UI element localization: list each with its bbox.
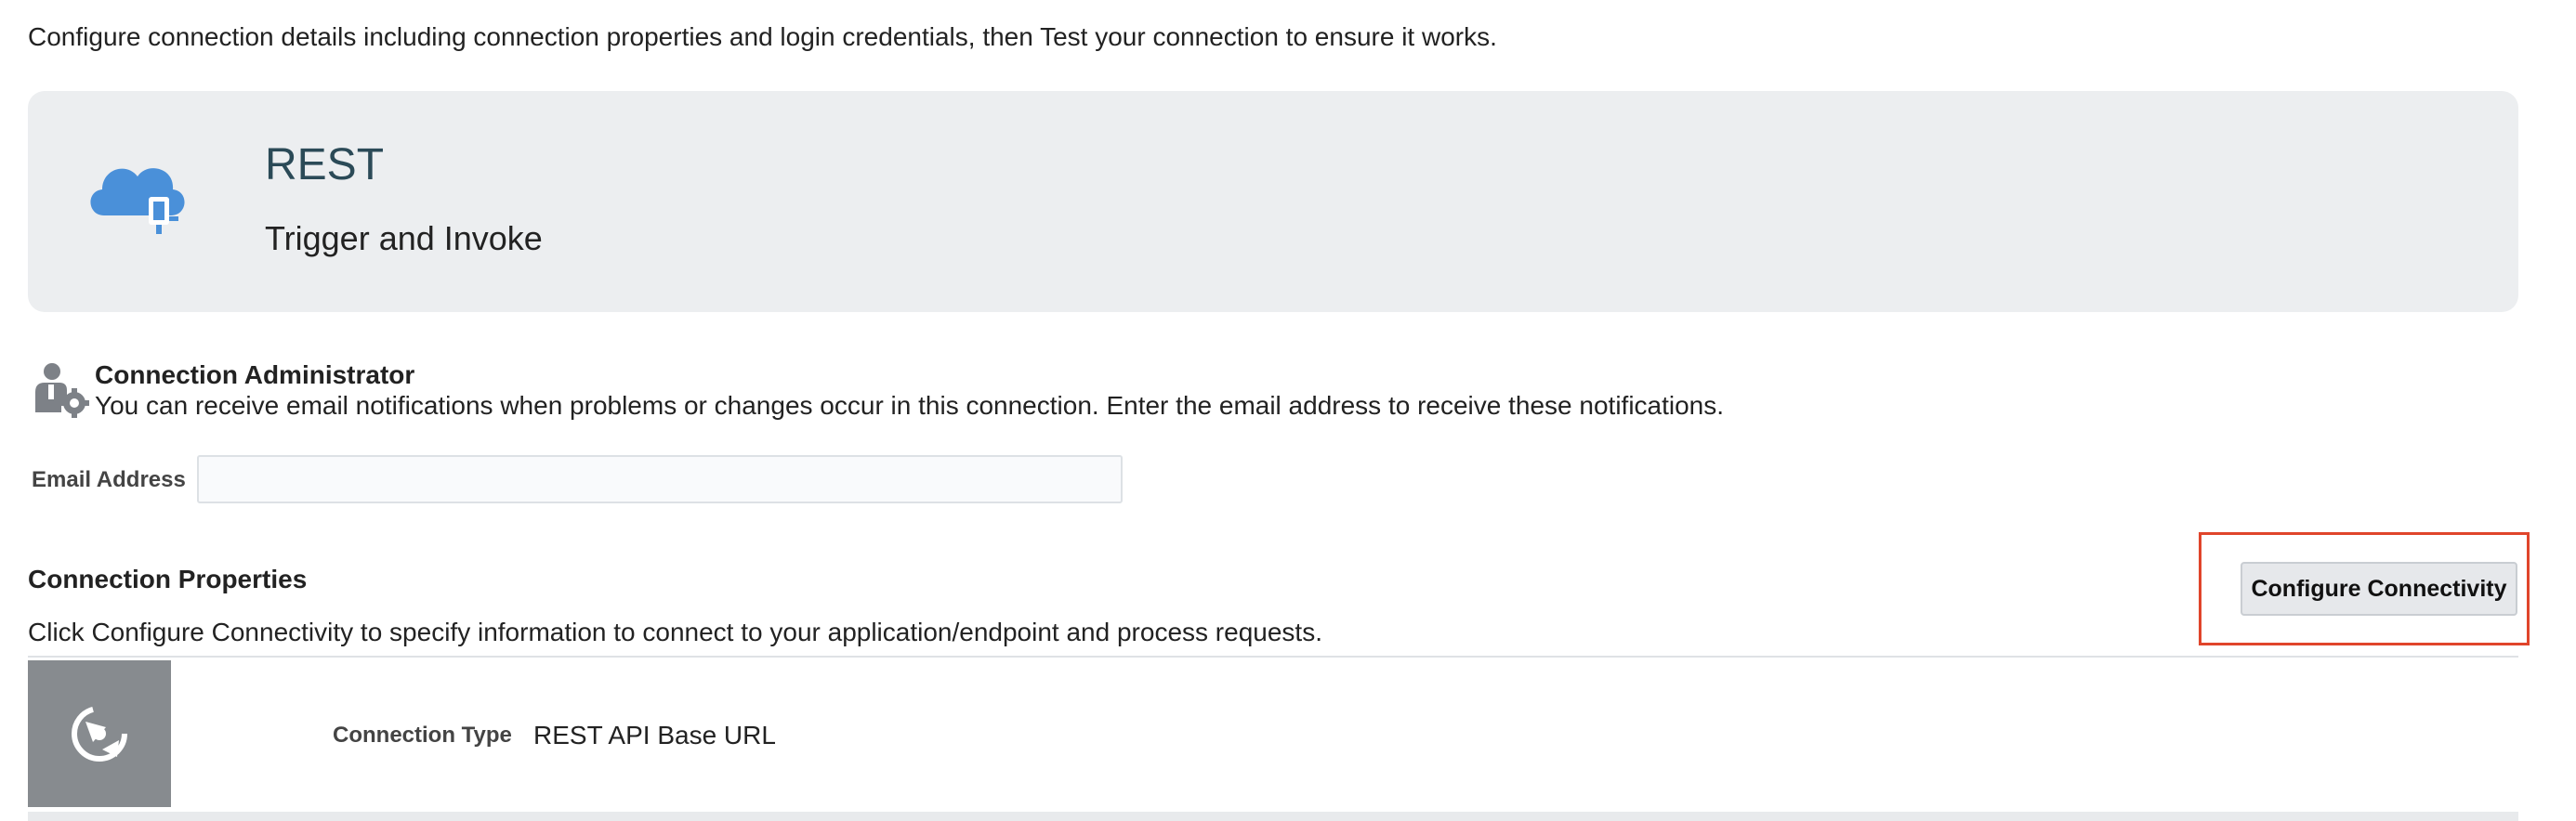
admin-title: Connection Administrator	[95, 360, 415, 389]
email-field[interactable]	[197, 455, 1123, 503]
email-label: Email Address	[32, 467, 186, 492]
connection-type-tile	[28, 660, 171, 807]
connectivity-icon	[72, 706, 127, 762]
configure-connectivity-button[interactable]: Configure Connectivity	[2241, 562, 2517, 616]
connection-type-value: REST API Base URL	[533, 721, 776, 749]
adapter-banner: REST Trigger and Invoke	[28, 91, 2518, 312]
adapter-subtitle: Trigger and Invoke	[265, 219, 543, 257]
admin-description: You can receive email notifications when…	[95, 391, 1725, 420]
user-gear-icon	[32, 360, 91, 422]
connection-type-label: Connection Type	[333, 723, 512, 748]
cloud-plug-icon	[82, 150, 195, 236]
next-row-strip	[28, 812, 2518, 821]
divider	[28, 656, 2518, 658]
intro-text: Configure connection details including c…	[28, 22, 1497, 51]
connection-properties-description: Click Configure Connectivity to specify …	[28, 618, 1322, 646]
connection-properties-title: Connection Properties	[28, 565, 308, 593]
adapter-title: REST	[265, 140, 385, 189]
